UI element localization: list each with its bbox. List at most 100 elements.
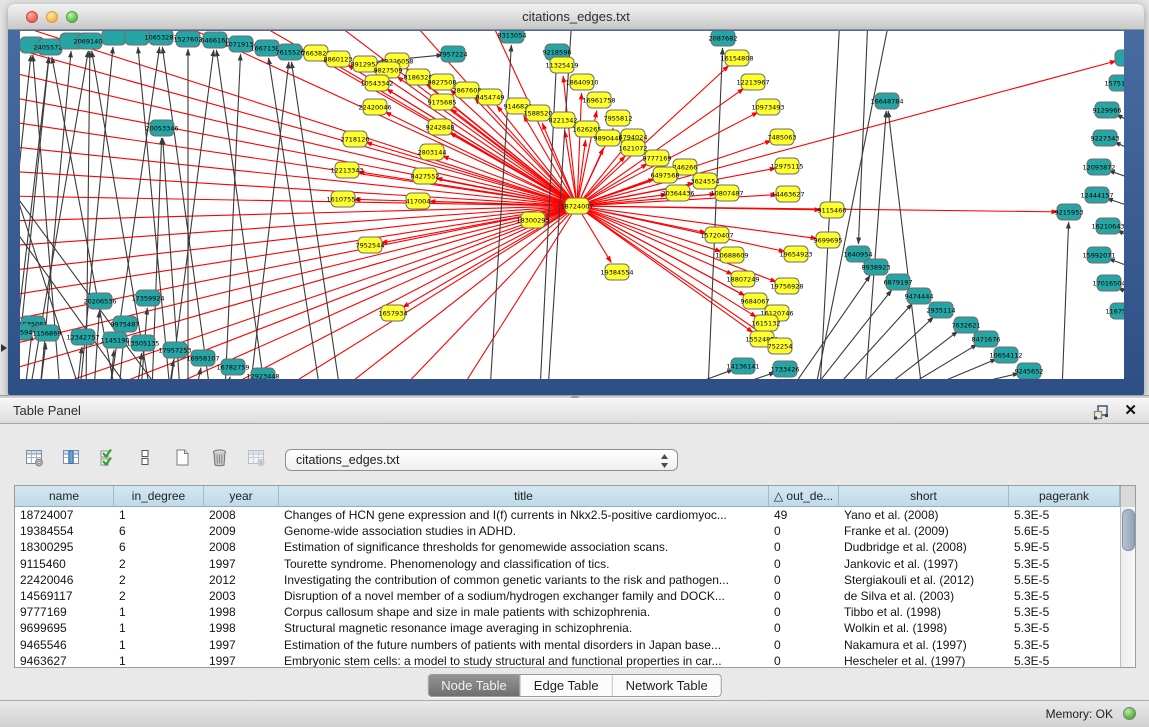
table-cell[interactable]: 2008: [204, 507, 279, 523]
scrollbar-thumb[interactable]: [1122, 509, 1135, 551]
graph-node[interactable]: 1733426: [771, 361, 800, 377]
graph-node[interactable]: 12213967: [736, 74, 769, 90]
table-row[interactable]: 911546021997Tourette syndrome. Phenomeno…: [15, 556, 1135, 572]
graph-node[interactable]: 8860123: [324, 51, 353, 67]
table-row[interactable]: 946362711997Embryonic stem cells: a mode…: [15, 653, 1135, 668]
table-cell[interactable]: 1998: [204, 604, 279, 620]
graph-node[interactable]: 16782759: [216, 359, 249, 375]
table-cell[interactable]: 5.5E-5: [1009, 572, 1120, 588]
graph-node[interactable]: 9245652: [1015, 363, 1044, 379]
table-cell[interactable]: 0: [769, 556, 839, 572]
table-cell[interactable]: 5.3E-5: [1009, 604, 1120, 620]
column-header-pagerank[interactable]: pagerank: [1009, 486, 1120, 506]
graph-node[interactable]: 1156869: [33, 325, 62, 341]
table-cell[interactable]: 0: [769, 572, 839, 588]
panel-collapse-arrow-icon[interactable]: [1, 344, 7, 352]
column-header-year[interactable]: year: [204, 486, 279, 506]
table-cell[interactable]: 19384554: [15, 523, 114, 539]
graph-node[interactable]: 9129966: [1093, 102, 1122, 118]
graph-node[interactable]: 11325419: [545, 57, 578, 73]
table-cell[interactable]: 9699695: [15, 620, 114, 636]
table-cell[interactable]: 22420046: [15, 572, 114, 588]
graph-node[interactable]: 12923448: [246, 368, 279, 379]
graph-node[interactable]: 12444157: [1080, 187, 1113, 203]
table-cell[interactable]: 5.9E-5: [1009, 539, 1120, 555]
graph-node[interactable]: 7485063: [768, 129, 797, 145]
table-cell[interactable]: 1: [114, 637, 204, 653]
graph-node[interactable]: 19756928: [770, 278, 803, 294]
graph-node[interactable]: 7632621: [952, 317, 981, 333]
column-header-name[interactable]: name: [15, 486, 114, 506]
table-cell[interactable]: 1997: [204, 653, 279, 668]
graph-node[interactable]: 20206536: [83, 293, 116, 309]
graph-node[interactable]: 15992071: [1082, 247, 1115, 263]
zoom-window-button[interactable]: [66, 11, 78, 23]
graph-node[interactable]: 752254: [768, 338, 793, 354]
graph-node[interactable]: 17359924: [131, 290, 164, 306]
graph-node[interactable]: 2718120: [341, 131, 370, 147]
table-row[interactable]: 1872400712008Changes of HCN gene express…: [15, 507, 1135, 523]
graph-node[interactable]: 12093872: [1082, 159, 1115, 175]
graph-node[interactable]: 18724007: [560, 198, 593, 214]
table-cell[interactable]: Jankovic et al. (1997): [839, 556, 1009, 572]
graph-node[interactable]: [102, 31, 126, 45]
graph-node[interactable]: 7957224: [439, 46, 468, 62]
network-window-titlebar[interactable]: citations_edges.txt: [8, 4, 1144, 30]
table-cell[interactable]: 2: [114, 588, 204, 604]
tab-network-table[interactable]: Network Table: [612, 675, 721, 696]
table-cell[interactable]: Nakamura et al. (1997): [839, 637, 1009, 653]
table-cell[interactable]: Embryonic stem cells: a model to study s…: [279, 653, 769, 668]
graph-node[interactable]: 8427552: [411, 168, 440, 184]
table-cell[interactable]: 5.3E-5: [1009, 588, 1120, 604]
graph-node[interactable]: 9115460: [818, 202, 847, 218]
table-row[interactable]: 946554611997Estimation of the future num…: [15, 637, 1135, 653]
graph-node[interactable]: 1615132: [752, 315, 781, 331]
table-cell[interactable]: 6: [114, 539, 204, 555]
graph-node[interactable]: 7615526: [276, 44, 305, 60]
close-panel-icon[interactable]: ✕: [1124, 402, 1137, 420]
table-cell[interactable]: Disruption of a novel member of a sodium…: [279, 588, 769, 604]
graph-node[interactable]: 14463627: [771, 186, 804, 202]
graph-node[interactable]: 9684067: [741, 293, 770, 309]
table-cell[interactable]: 0: [769, 620, 839, 636]
tab-node-table[interactable]: Node Table: [428, 675, 520, 696]
citation-network-graph[interactable]: 2405572420691406106532871527602646616010…: [20, 31, 1124, 379]
table-cell[interactable]: 2: [114, 556, 204, 572]
table-cell[interactable]: 2009: [204, 523, 279, 539]
table-cell[interactable]: 9463627: [15, 653, 114, 668]
graph-node[interactable]: 18807249: [726, 271, 759, 287]
graph-node[interactable]: 10807487: [710, 185, 743, 201]
graph-node[interactable]: 20364436: [661, 185, 694, 201]
table-cell[interactable]: Corpus callosum shape and size in male p…: [279, 604, 769, 620]
table-cell[interactable]: 1997: [204, 556, 279, 572]
table-cell[interactable]: 1998: [204, 620, 279, 636]
table-cell[interactable]: Changes of HCN gene expression and I(f) …: [279, 507, 769, 523]
table-cell[interactable]: 0: [769, 653, 839, 668]
close-window-button[interactable]: [26, 11, 38, 23]
graph-node[interactable]: 8471676: [972, 331, 1001, 347]
graph-node[interactable]: [1115, 50, 1124, 66]
float-window-icon[interactable]: [1093, 404, 1109, 420]
checklist-button[interactable]: [131, 443, 159, 471]
graph-node[interactable]: 11675355: [1105, 303, 1124, 319]
graph-node[interactable]: 18640910: [565, 74, 598, 90]
table-row[interactable]: 2242004622012Investigating the contribut…: [15, 572, 1135, 588]
table-cell[interactable]: 1: [114, 604, 204, 620]
table-cell[interactable]: Dudbridge et al. (2008): [839, 539, 1009, 555]
column-header-out_de[interactable]: △ out_de...: [769, 486, 839, 506]
graph-node[interactable]: 9242848: [426, 119, 455, 135]
graph-node[interactable]: 7952544: [356, 237, 385, 253]
table-cell[interactable]: 5.3E-5: [1009, 637, 1120, 653]
graph-node[interactable]: 16648784: [870, 93, 903, 109]
graph-node[interactable]: 8313054: [498, 31, 527, 43]
table-cell[interactable]: 0: [769, 523, 839, 539]
graph-node[interactable]: 10688609: [715, 247, 748, 263]
table-mode-button[interactable]: [20, 443, 48, 471]
graph-node[interactable]: 9699695: [814, 232, 843, 248]
table-cell[interactable]: 1997: [204, 637, 279, 653]
table-cell[interactable]: 5.3E-5: [1009, 507, 1120, 523]
table-cell[interactable]: 0: [769, 637, 839, 653]
graph-node[interactable]: 1527602: [174, 31, 203, 47]
table-cell[interactable]: 1: [114, 507, 204, 523]
table-row[interactable]: 969969511998Structural magnetic resonanc…: [15, 620, 1135, 636]
